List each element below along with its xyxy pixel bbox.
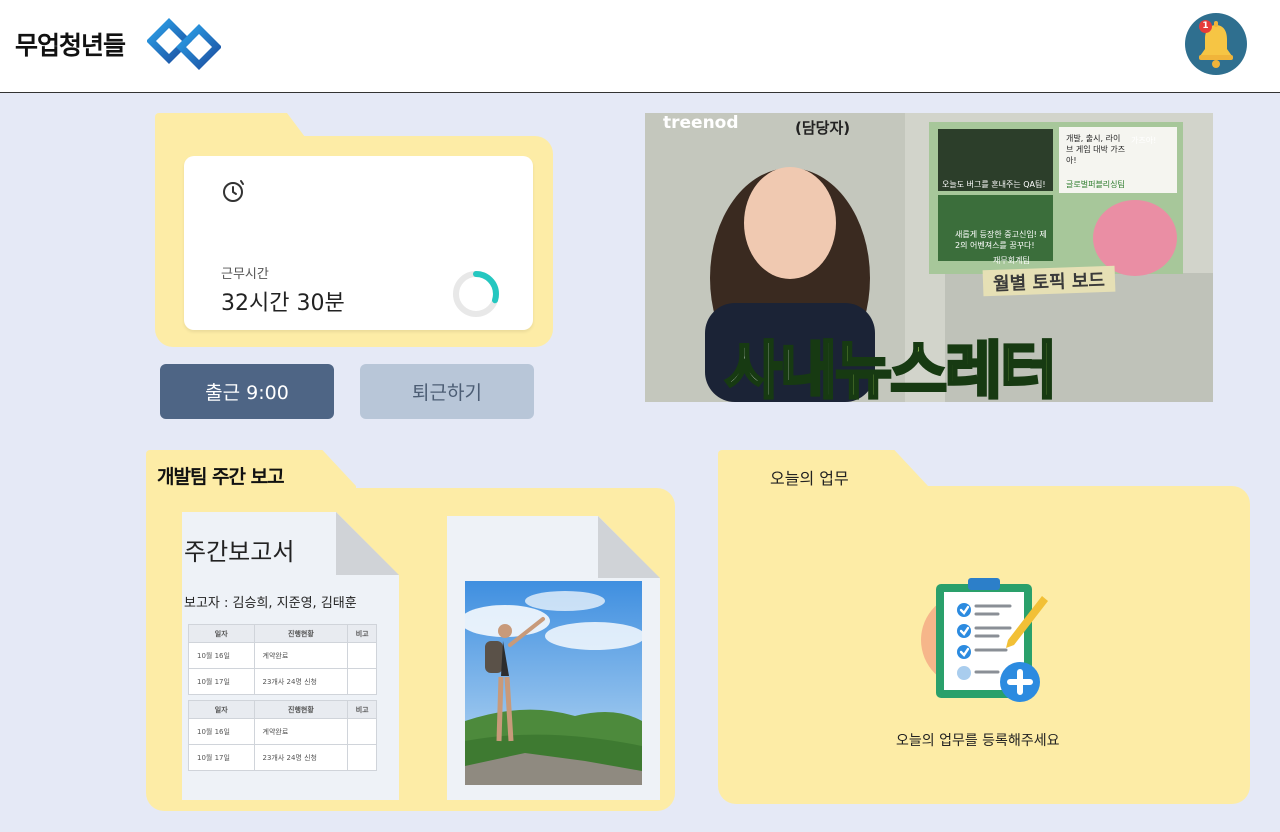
table-row: 10월 16일 계약완료 [188, 642, 377, 669]
table-header: 일자 [188, 700, 255, 719]
banner-brand-text: treenod [663, 113, 739, 133]
banner-card-go: 가즈아! [1131, 136, 1157, 145]
banner-card-qa: 오늘도 버그를 혼내주는 QA팀! [942, 180, 1046, 189]
table-row: 10월 16일 계약완료 [188, 718, 377, 745]
table-cell [347, 668, 377, 695]
today-title: 오늘의 업무 [770, 469, 849, 488]
table-cell: 10월 17일 [188, 668, 255, 695]
table-row: 10월 17일 23개사 24명 신청 [188, 668, 377, 695]
worktime-label: 근무시간 [221, 267, 269, 282]
report-table-2: 일자 진행현황 비고 10월 16일 계약완료 10월 17일 23개사 24명… [188, 700, 377, 771]
table-cell: 23개사 24명 신청 [253, 744, 349, 771]
worktime-value: 32시간 30분 [221, 291, 345, 316]
table-cell: 10월 16일 [188, 642, 255, 669]
table-cell: 10월 16일 [188, 718, 255, 745]
banner-card-global: 글로벌퍼블리싱팀 [1066, 180, 1125, 189]
banner-role-text: (담당자) [795, 119, 851, 137]
brand-name[interactable]: 무업청년들 [15, 26, 126, 62]
notification-count-badge: 1 [1199, 20, 1212, 33]
hiker-photo [465, 581, 642, 785]
table-header: 진행현황 [253, 700, 349, 719]
clock-icon [223, 180, 244, 202]
top-header: 무업청년들 1 [0, 0, 1280, 93]
brand-logo-icon[interactable] [147, 15, 221, 73]
report-document-reporter: 보고자 : 김승희, 지준영, 김태훈 [184, 596, 357, 611]
clock-out-button[interactable]: 퇴근하기 [360, 364, 534, 419]
table-cell [347, 718, 377, 745]
notification-button[interactable] [1185, 13, 1247, 75]
bell-icon [1199, 21, 1233, 68]
worktime-progress-ring [453, 271, 499, 317]
table-header: 비고 [347, 700, 377, 719]
banner-card-dev: 개발, 출시, 라이브 게임 대박 가즈아! [1066, 134, 1126, 165]
table-cell: 23개사 24명 신청 [253, 668, 349, 695]
today-empty-message: 오늘의 업무를 등록해주세요 [896, 733, 1060, 749]
table-cell: 10월 17일 [188, 744, 255, 771]
weekly-report-title: 개발팀 주간 보고 [157, 466, 285, 488]
report-table-1: 일자 진행현황 비고 10월 16일 계약완료 10월 17일 23개사 24명… [188, 624, 377, 695]
table-header: 진행현황 [253, 624, 349, 643]
banner-card-new: 새롭게 등장한 중고신입! 제2의 어벤져스를 꿈꾸다! [955, 230, 1047, 250]
table-row: 10월 17일 23개사 24명 신청 [188, 744, 377, 771]
table-header: 일자 [188, 624, 255, 643]
table-cell [347, 642, 377, 669]
table-cell [347, 744, 377, 771]
banner-title: 사내뉴스레터 [723, 320, 1059, 403]
table-cell: 계약완료 [253, 642, 349, 669]
table-cell: 계약완료 [253, 718, 349, 745]
report-document-title: 주간보고서 [184, 538, 295, 566]
table-header: 비고 [347, 624, 377, 643]
banner-title-white: 사내 [723, 333, 838, 403]
clock-in-button[interactable]: 출근 9:00 [160, 364, 334, 419]
banner-title-green: 뉴스레터 [834, 333, 1059, 403]
banner-card-finance: 재무회계팀 [993, 256, 1030, 265]
newsletter-banner[interactable]: treenod (담당자) 오늘도 버그를 혼내주는 QA팀! 개발, 출시, … [645, 113, 1213, 402]
banner-topic-text: 월별 토픽 보드 [982, 265, 1116, 297]
clipboard-add-icon[interactable] [918, 578, 1050, 704]
